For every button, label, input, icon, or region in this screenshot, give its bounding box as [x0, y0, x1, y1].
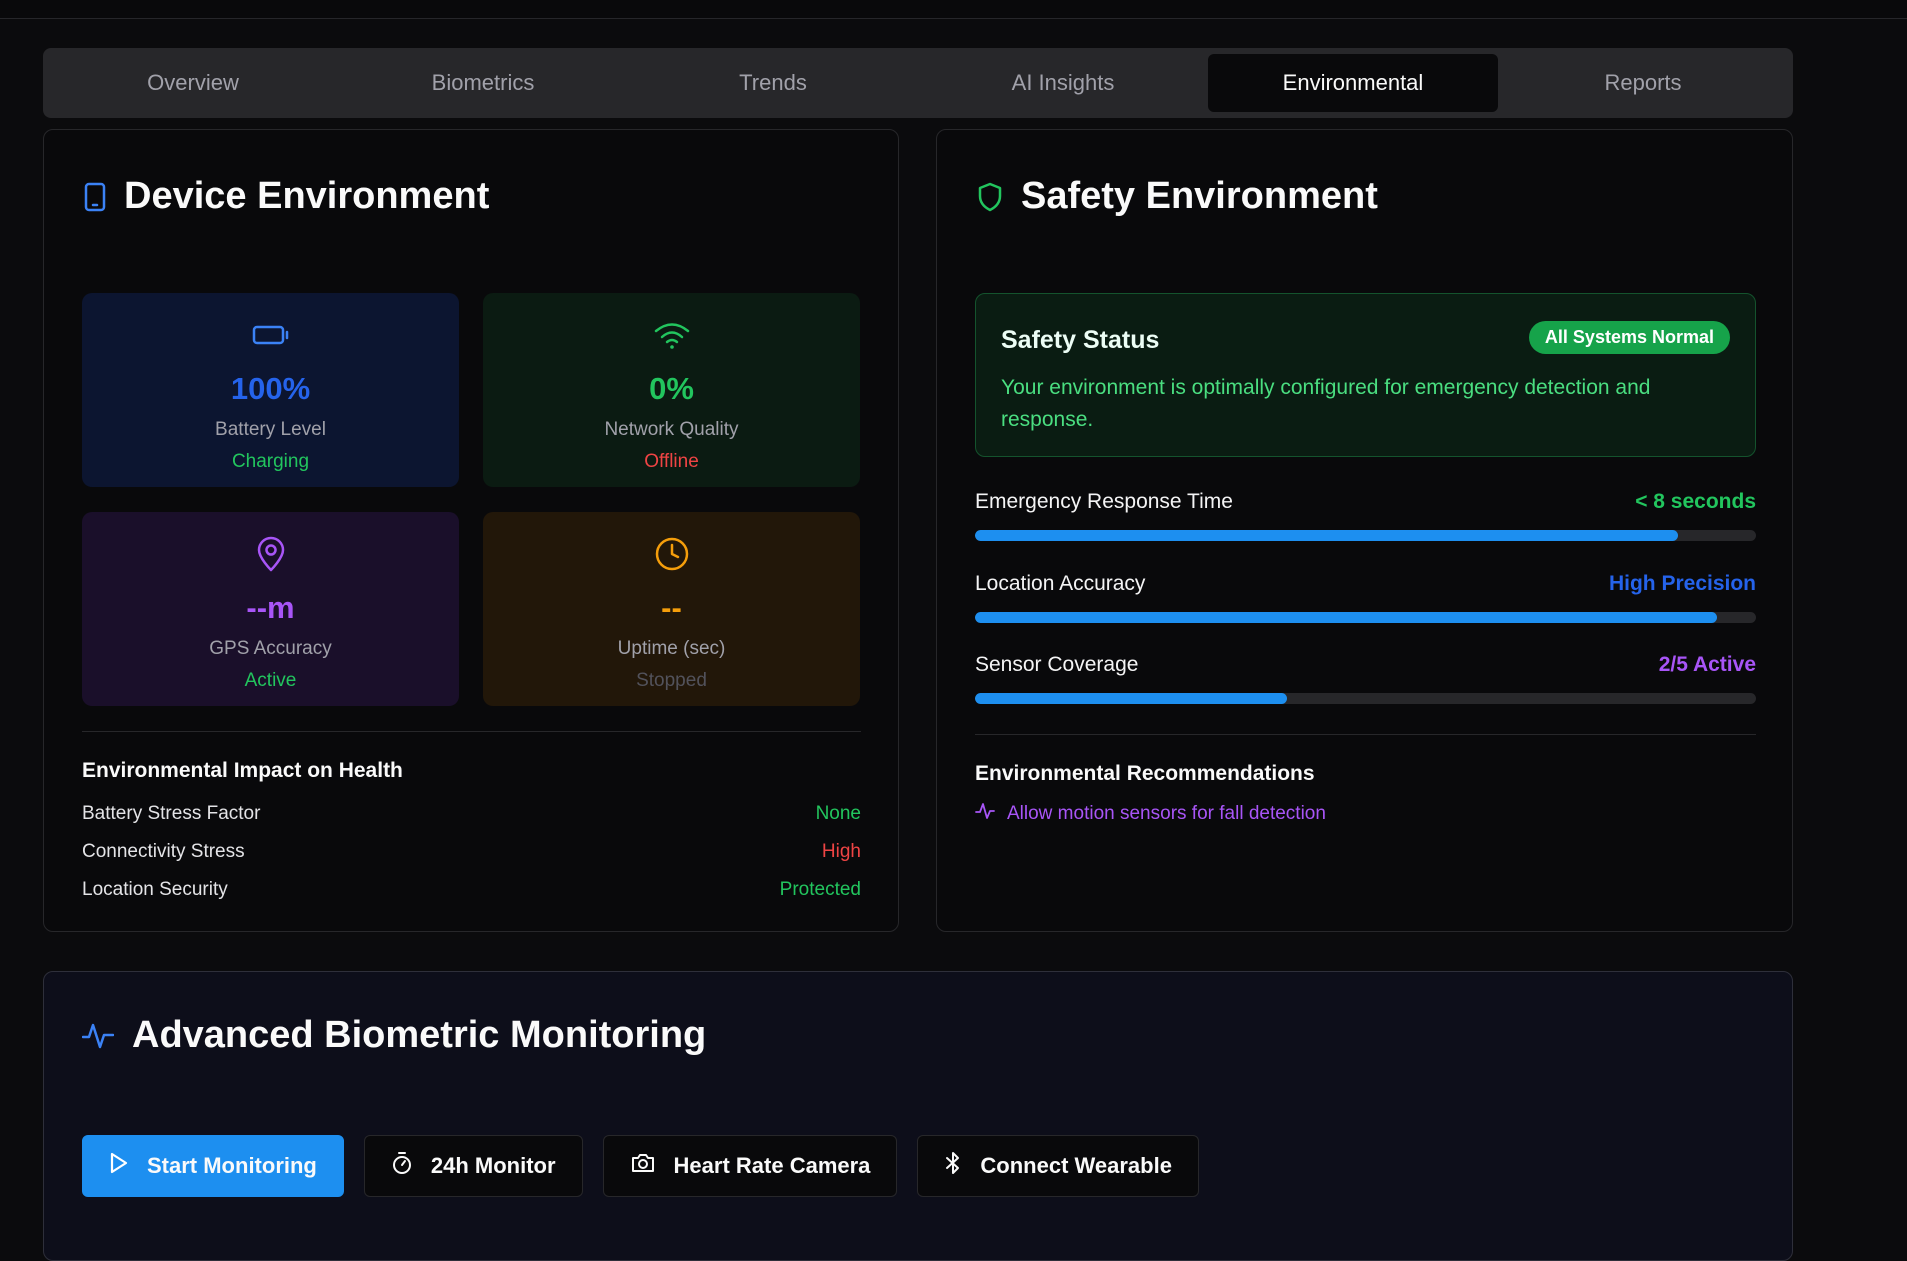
safety-status-box: Safety Status All Systems Normal Your en…: [975, 293, 1756, 457]
tab-trends[interactable]: Trends: [628, 54, 918, 112]
bluetooth-icon: [944, 1151, 962, 1181]
uptime-status: Stopped: [636, 670, 707, 691]
metric-location-accuracy: Location Accuracy High Precision: [975, 572, 1756, 623]
top-bar: [0, 0, 1907, 19]
network-status: Offline: [644, 451, 699, 472]
safety-environment-heading: Safety Environment: [977, 175, 1378, 218]
battery-value: 100%: [230, 371, 311, 406]
tab-overview[interactable]: Overview: [48, 54, 338, 112]
24h-monitor-label: 24h Monitor: [430, 1153, 556, 1178]
device-environment-heading: Device Environment: [84, 175, 489, 218]
uptime-tile: -- Uptime (sec) Stopped: [483, 512, 860, 706]
play-icon: [109, 1152, 129, 1180]
network-value: 0%: [649, 371, 694, 406]
battery-status: Charging: [231, 451, 310, 472]
recommendations-heading: Environmental Recommendations: [975, 762, 1315, 785]
progress-track: [975, 612, 1756, 623]
tab-biometrics[interactable]: Biometrics: [338, 54, 628, 112]
progress-fill: [975, 693, 1288, 704]
impact-value: Protected: [779, 879, 861, 900]
safety-environment-card: Safety Environment Safety Status All Sys…: [936, 129, 1793, 932]
24h-monitor-button[interactable]: 24h Monitor: [363, 1135, 583, 1197]
impact-label: Location Security: [82, 879, 228, 900]
metric-label: Sensor Coverage: [975, 653, 1139, 676]
page-title-safety: Safety Environment: [1021, 175, 1378, 217]
uptime-value: --: [661, 590, 682, 625]
connect-wearable-label: Connect Wearable: [980, 1153, 1172, 1178]
metric-label: Emergency Response Time: [975, 490, 1233, 513]
impact-row: Connectivity Stress High: [82, 841, 861, 863]
gps-label: GPS Accuracy: [209, 638, 332, 659]
start-monitoring-button[interactable]: Start Monitoring: [82, 1135, 344, 1197]
divider: [82, 731, 861, 732]
metric-value: 2/5 Active: [1658, 653, 1756, 676]
tab-bar: Overview Biometrics Trends AI Insights E…: [43, 48, 1793, 118]
network-tile: 0% Network Quality Offline: [483, 293, 860, 487]
impact-value: High: [821, 841, 861, 862]
page-title-device: Device Environment: [124, 175, 490, 217]
recommendation-item[interactable]: Allow motion sensors for fall detection: [975, 801, 1326, 827]
wifi-icon: [653, 317, 691, 353]
metric-label: Location Accuracy: [975, 572, 1146, 595]
advanced-monitoring-card: Advanced Biometric Monitoring Start Moni…: [43, 971, 1793, 1261]
impact-row: Battery Stress Factor None: [82, 803, 861, 825]
uptime-label: Uptime (sec): [617, 638, 726, 659]
battery-label: Battery Level: [215, 419, 326, 440]
progress-fill: [975, 530, 1678, 541]
smartphone-icon: [84, 182, 106, 212]
activity-icon: [975, 801, 995, 827]
gps-value: --m: [246, 590, 295, 625]
start-monitoring-label: Start Monitoring: [147, 1153, 317, 1178]
shield-icon: [977, 182, 1003, 212]
safety-status-title: Safety Status: [1001, 326, 1160, 354]
battery-tile: 100% Battery Level Charging: [82, 293, 459, 487]
clock-icon: [654, 536, 690, 572]
tab-reports[interactable]: Reports: [1498, 54, 1788, 112]
status-badge: All Systems Normal: [1528, 321, 1730, 354]
device-environment-card: Device Environment 100% Battery Level Ch…: [43, 129, 899, 932]
metric-value: High Precision: [1608, 572, 1756, 595]
impact-label: Connectivity Stress: [82, 841, 245, 862]
impact-row: Location Security Protected: [82, 879, 861, 901]
impact-value: None: [815, 803, 861, 824]
connect-wearable-button[interactable]: Connect Wearable: [917, 1135, 1199, 1197]
progress-track: [975, 530, 1756, 541]
page-title-monitoring: Advanced Biometric Monitoring: [132, 1014, 707, 1056]
metric-emergency-response: Emergency Response Time < 8 seconds: [975, 490, 1756, 541]
divider: [975, 734, 1756, 735]
battery-icon: [252, 317, 290, 353]
camera-icon: [630, 1152, 656, 1180]
gps-status: Active: [244, 670, 297, 691]
impact-label: Battery Stress Factor: [82, 803, 261, 824]
heart-rate-camera-button[interactable]: Heart Rate Camera: [602, 1135, 898, 1197]
advanced-monitoring-heading: Advanced Biometric Monitoring: [82, 1014, 706, 1057]
metric-sensor-coverage: Sensor Coverage 2/5 Active: [975, 653, 1756, 704]
safety-status-text: Your environment is optimally configured…: [1001, 376, 1651, 431]
timer-icon: [391, 1151, 413, 1181]
impact-heading: Environmental Impact on Health: [82, 759, 403, 782]
tab-ai-insights[interactable]: AI Insights: [918, 54, 1208, 112]
heart-rate-camera-label: Heart Rate Camera: [673, 1153, 871, 1178]
tab-environmental[interactable]: Environmental: [1208, 54, 1498, 112]
metric-value: < 8 seconds: [1635, 490, 1756, 513]
network-label: Network Quality: [604, 419, 739, 440]
monitoring-actions: Start Monitoring 24h Monitor Heart Rate …: [82, 1135, 1199, 1197]
progress-track: [975, 693, 1756, 704]
activity-icon: [82, 1021, 114, 1051]
gps-tile: --m GPS Accuracy Active: [82, 512, 459, 706]
recommendation-text: Allow motion sensors for fall detection: [1007, 803, 1326, 824]
progress-fill: [975, 612, 1717, 623]
map-pin-icon: [256, 536, 286, 572]
